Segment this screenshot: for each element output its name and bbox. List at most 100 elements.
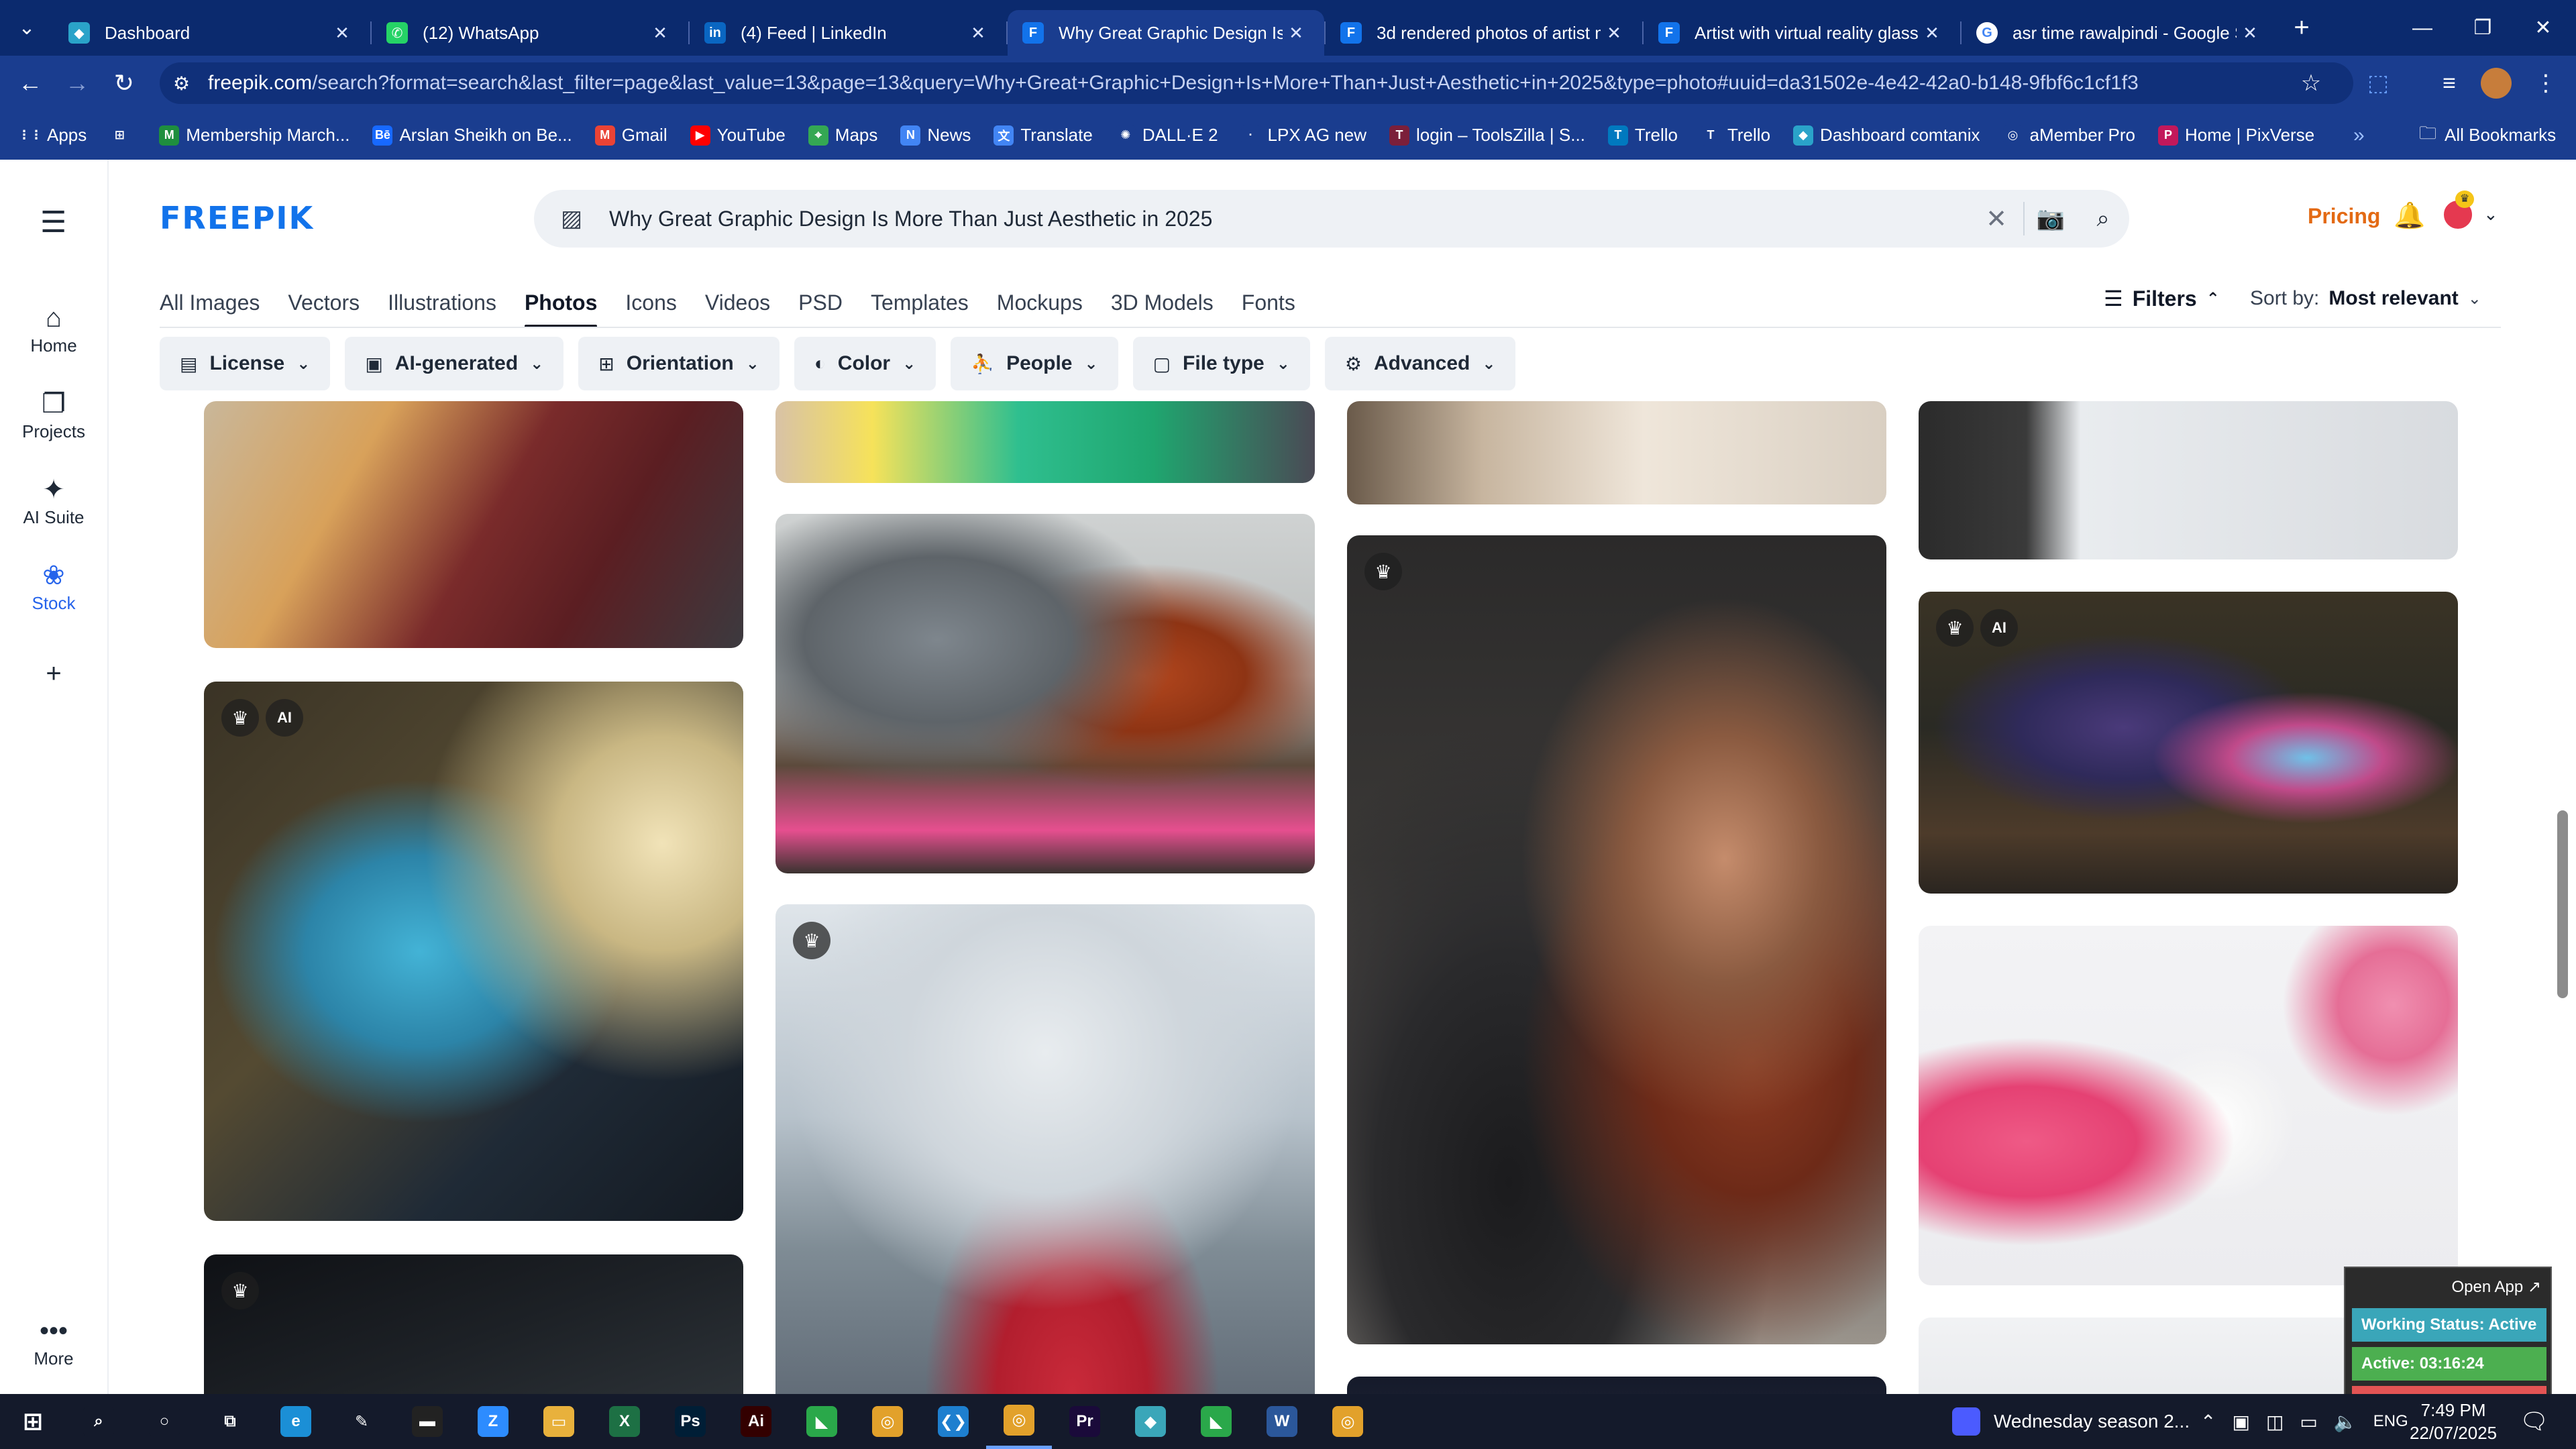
tab-3d-models[interactable]: 3D Models (1111, 287, 1214, 327)
bookmark-item[interactable]: ◆ Dashboard comtanix (1793, 125, 1980, 146)
photo-woman-smiling-at-laptop[interactable]: ♛ (1347, 535, 1886, 1344)
photo-designers-meeting[interactable] (775, 514, 1315, 873)
sort-dropdown[interactable]: Sort by: Most relevant ⌄ (2250, 287, 2481, 310)
hamburger-menu-icon[interactable]: ☰ (40, 205, 66, 239)
terminal-taskbar-button[interactable]: ▬ (394, 1394, 460, 1449)
green-app-taskbar-button[interactable]: ◣ (789, 1394, 855, 1449)
clear-search-icon[interactable]: ✕ (1970, 204, 2023, 234)
site-info-icon[interactable]: ⚙ (173, 72, 196, 95)
search-bar[interactable]: ▨ Why Great Graphic Design Is More Than … (534, 190, 2129, 248)
tab-mockups[interactable]: Mockups (997, 287, 1083, 327)
filter-chip-file-type[interactable]: ▢ File type ⌄ (1132, 337, 1310, 390)
filter-chip-orientation[interactable]: ⊞ Orientation ⌄ (578, 337, 780, 390)
language-indicator[interactable]: ENG (2373, 1412, 2408, 1431)
filters-toggle-button[interactable]: ☰ Filters ⌃ (2104, 286, 2220, 311)
bookmark-item[interactable]: ◎ aMember Pro (2002, 125, 2135, 146)
tab-close-icon[interactable]: ✕ (1601, 23, 1627, 44)
sidebar-item-home[interactable]: ⌂ Home (0, 301, 107, 356)
camera-search-icon[interactable]: 📷 (2025, 205, 2077, 232)
network-icon[interactable]: ▭ (2300, 1411, 2317, 1433)
illustrator-taskbar-button[interactable]: Ai (723, 1394, 789, 1449)
filter-chip-color[interactable]: ◐ Color ⌄ (794, 337, 936, 390)
notification-center-icon[interactable]: 🗨 (2520, 1394, 2548, 1449)
bookmark-item[interactable]: 文 Translate (994, 125, 1093, 146)
page-scrollbar-thumb[interactable] (2557, 810, 2568, 998)
bookmark-star-icon[interactable]: ☆ (2288, 56, 2334, 111)
tab-illustrations[interactable]: Illustrations (388, 287, 496, 327)
more-bookmarks-chevron-icon[interactable]: » (2353, 111, 2365, 160)
photo-man-painting-fruit-canvas[interactable]: ♛ AI (204, 682, 743, 1221)
vscode-taskbar-button[interactable]: ❮❯ (920, 1394, 986, 1449)
bookmark-item[interactable]: N News (900, 125, 971, 146)
bookmark-item[interactable]: T Trello (1607, 125, 1678, 146)
chrome2-taskbar-button[interactable]: ◎ (1315, 1394, 1381, 1449)
chrome-active-taskbar-button[interactable]: ◎ (986, 1394, 1052, 1449)
all-bookmarks-button[interactable]: 🗀 All Bookmarks (2419, 111, 2556, 160)
open-app-link[interactable]: Open App ↗ (2451, 1277, 2541, 1297)
excel-taskbar-button[interactable]: X (592, 1394, 657, 1449)
photo-woman-striped-sweater[interactable]: ♛ (775, 904, 1315, 1394)
chrome-taskbar-button[interactable]: ◎ (855, 1394, 920, 1449)
bookmark-item[interactable]: · LPX AG new (1240, 125, 1366, 146)
photo-dark-scene[interactable]: ♛ (204, 1254, 743, 1394)
bookmark-item[interactable]: ⋮⋮ Apps (18, 125, 87, 146)
filter-chip-license[interactable]: ▤ License ⌄ (160, 337, 331, 390)
tab-templates[interactable]: Templates (871, 287, 969, 327)
bookmark-item[interactable]: M Membership March... (159, 125, 350, 146)
notification-bell-icon[interactable]: 🔔 (2394, 201, 2425, 231)
tab-fonts[interactable]: Fonts (1242, 287, 1295, 327)
file-explorer-taskbar-button[interactable]: ▭ (526, 1394, 592, 1449)
photo-color-swatches[interactable] (1919, 401, 2458, 559)
browser-tab[interactable]: F Why Great Graphic Design Is M ✕ (1008, 10, 1324, 56)
meet-icon[interactable]: ▣ (2232, 1411, 2249, 1433)
browser-tab[interactable]: ✆ (12) WhatsApp ✕ (372, 10, 688, 56)
zoom-taskbar-button[interactable]: Z (460, 1394, 526, 1449)
tab-icons[interactable]: Icons (625, 287, 676, 327)
browser-tab[interactable]: ◆ Dashboard ✕ (54, 10, 370, 56)
media-control-icon[interactable]: ≡ (2426, 56, 2473, 111)
freepik-logo[interactable]: FREEPIK (160, 200, 314, 236)
browser-tab[interactable]: F 3d rendered photos of artist m ✕ (1326, 10, 1642, 56)
camera-tray-icon[interactable]: ◫ (2266, 1411, 2284, 1433)
browser-tab[interactable]: in (4) Feed | LinkedIn ✕ (690, 10, 1006, 56)
bookmark-item[interactable]: P Home | PixVerse (2158, 125, 2314, 146)
media-widget[interactable]: Wednesday season 2... (1952, 1394, 2190, 1449)
premiere-taskbar-button[interactable]: Pr (1052, 1394, 1118, 1449)
bookmark-item[interactable]: ⊞ (109, 125, 136, 146)
restore-icon[interactable]: ❐ (2453, 0, 2513, 56)
browser-menu-icon[interactable]: ⋮ (2522, 56, 2569, 111)
task-view-taskbar-button[interactable]: ⧉ (197, 1394, 263, 1449)
tab-psd[interactable]: PSD (798, 287, 843, 327)
photo-dark-bottom[interactable] (1347, 1377, 1886, 1394)
bookmark-item[interactable]: ▶ YouTube (690, 125, 786, 146)
tab-close-icon[interactable]: ✕ (2237, 23, 2263, 44)
reload-icon[interactable]: ↻ (101, 56, 148, 111)
tab-close-icon[interactable]: ✕ (1283, 23, 1309, 44)
bookmark-item[interactable]: T Trello (1700, 125, 1770, 146)
green-app2-taskbar-button[interactable]: ◣ (1183, 1394, 1249, 1449)
bookmark-item[interactable]: Bē Arslan Sheikh on Be... (372, 125, 572, 146)
search-taskbar-taskbar-button[interactable]: ⌕ (66, 1394, 131, 1449)
minimize-icon[interactable]: — (2392, 0, 2453, 56)
photo-sticky-notes[interactable] (775, 401, 1315, 483)
photo-man-drawing-tablet[interactable]: ♛ AI (1919, 592, 2458, 894)
profile-avatar-icon[interactable] (2473, 56, 2520, 111)
search-icon[interactable]: ⌕ (2077, 206, 2129, 232)
tab-close-icon[interactable]: ✕ (965, 23, 991, 44)
back-arrow-icon[interactable]: ← (7, 56, 54, 111)
word-taskbar-button[interactable]: W (1249, 1394, 1315, 1449)
edge-taskbar-button[interactable]: e (263, 1394, 329, 1449)
filter-chip-people[interactable]: ⛹ People ⌄ (951, 337, 1118, 390)
photoshop-taskbar-button[interactable]: Ps (657, 1394, 723, 1449)
tray-chevron-up-icon[interactable]: ⌃ (2200, 1411, 2216, 1433)
close-window-icon[interactable]: ✕ (2513, 0, 2573, 56)
search-input[interactable]: Why Great Graphic Design Is More Than Ju… (609, 207, 1970, 231)
account-chevron-down-icon[interactable]: ⌄ (2483, 204, 2498, 225)
volume-icon[interactable]: 🔈 (2334, 1411, 2357, 1433)
photo-hands-on-desk[interactable] (1347, 401, 1886, 504)
address-bar[interactable]: ⚙ freepik.com/search?format=search&last_… (160, 62, 2353, 104)
image-search-icon[interactable]: ▨ (561, 205, 601, 232)
bookmark-item[interactable]: M Gmail (594, 125, 667, 146)
cyan-app-taskbar-button[interactable]: ◆ (1118, 1394, 1183, 1449)
windows-start-taskbar-button[interactable]: ⊞ (0, 1394, 66, 1449)
